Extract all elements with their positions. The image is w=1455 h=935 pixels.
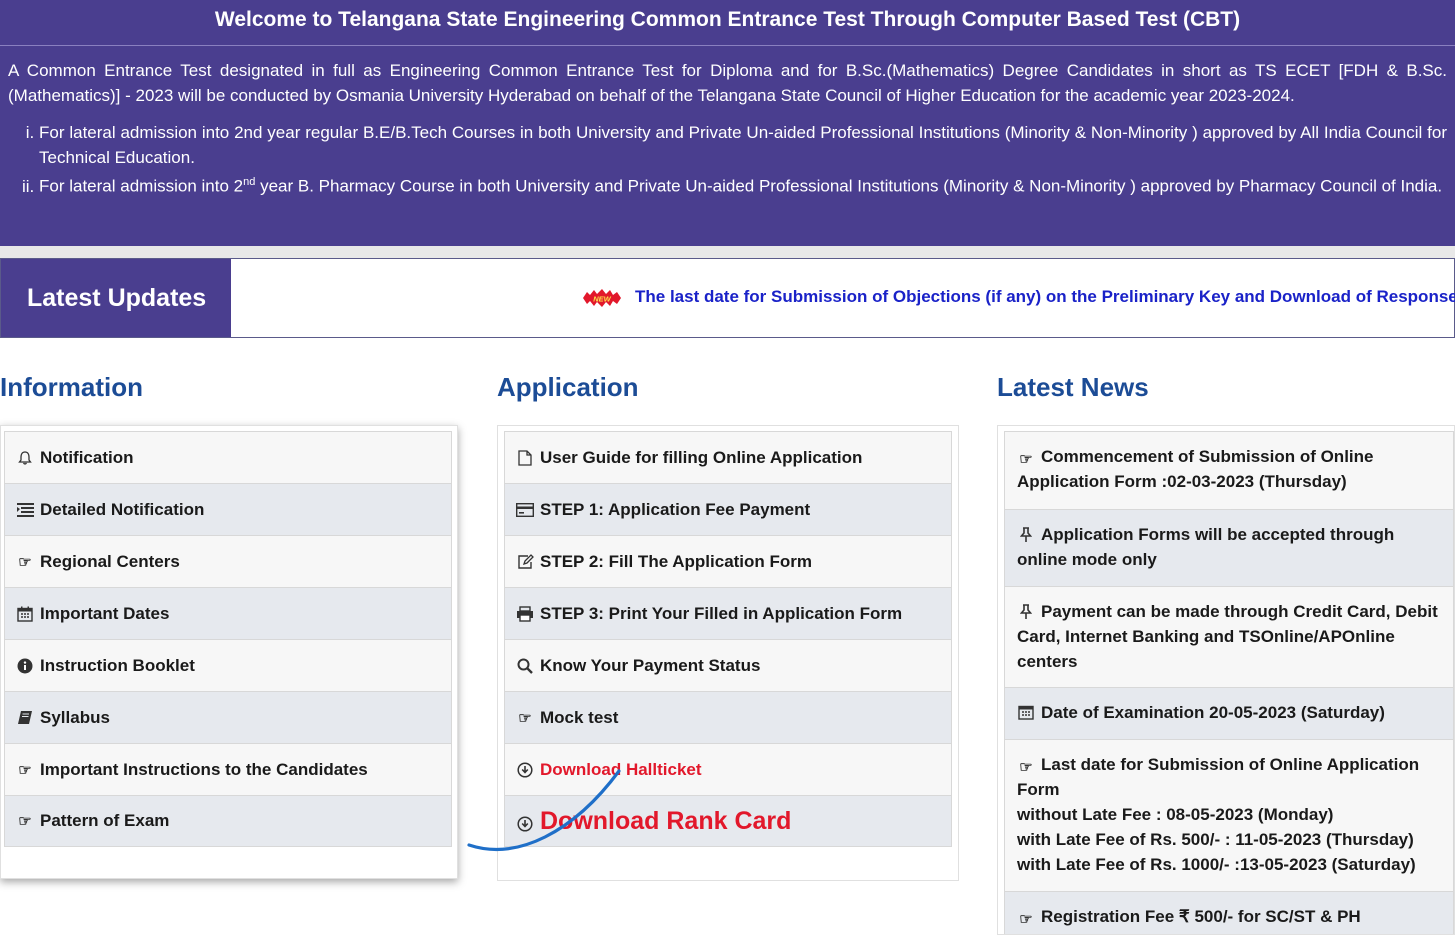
news-text: Application Forms will be accepted throu… xyxy=(1017,525,1395,569)
news-text: Commencement of Submission of Online App… xyxy=(1017,447,1374,491)
hand-point-right-icon: ☞ xyxy=(1019,759,1033,776)
news-text: with Late Fee of Rs. 500/- : 11-05-2023 … xyxy=(1017,830,1414,849)
pen-annotation-stroke xyxy=(467,769,621,852)
app-item-payment-status[interactable]: Know Your Payment Status xyxy=(504,639,952,691)
app-item-label: STEP 2: Fill The Application Form xyxy=(540,551,813,571)
information-panel: Notification Detailed Notification ☞ Reg… xyxy=(0,425,458,879)
hand-point-right-icon: ☞ xyxy=(1019,451,1033,468)
latest-updates-label: Latest Updates xyxy=(1,259,231,337)
list-icon xyxy=(16,501,34,519)
info-item-label: Detailed Notification xyxy=(40,499,205,519)
app-item-label: User Guide for filling Online Applicatio… xyxy=(540,447,863,467)
info-item-important-instructions[interactable]: ☞ Important Instructions to the Candidat… xyxy=(4,743,452,795)
point-2-pre: For lateral admission into 2 xyxy=(39,176,244,196)
info-item-label: Notification xyxy=(40,447,134,467)
new-badge-text: NEW xyxy=(593,294,611,303)
section-divider xyxy=(0,246,1455,258)
app-item-step2-fill-form[interactable]: STEP 2: Fill The Application Form xyxy=(504,535,952,587)
latest-news-panel: ☞ Commencement of Submission of Online Ap… xyxy=(997,425,1455,935)
info-circle-icon xyxy=(16,657,34,675)
app-item-label: STEP 3: Print Your Filled in Application… xyxy=(540,603,903,623)
latest-updates-bar: Latest Updates NEW The last date for Sub… xyxy=(0,258,1455,338)
book-icon xyxy=(16,709,34,727)
updates-ticker[interactable]: NEW The last date for Submission of Obje… xyxy=(581,287,1455,308)
new-badge-icon: NEW xyxy=(583,288,621,307)
app-item-step1-fee-payment[interactable]: STEP 1: Application Fee Payment xyxy=(504,483,952,535)
ordinal-suffix: nd xyxy=(243,176,256,188)
hand-point-right-icon: ☞ xyxy=(18,761,32,779)
news-text: Payment can be made through Credit Card,… xyxy=(1017,602,1438,671)
app-item-user-guide[interactable]: User Guide for filling Online Applicatio… xyxy=(504,431,952,483)
file-icon xyxy=(516,449,534,467)
hand-point-right-icon: ☞ xyxy=(18,813,32,830)
app-item-label: Mock test xyxy=(540,707,619,727)
news-item: Payment can be made through Credit Card,… xyxy=(1004,586,1454,687)
news-text: with Late Fee of Rs. 1000/- :13-05-2023 … xyxy=(1017,855,1416,874)
info-item-instruction-booklet[interactable]: Instruction Booklet xyxy=(4,639,452,691)
info-item-label: Regional Centers xyxy=(40,551,180,571)
news-item: ☞ Registration Fee ₹ 500/- for SC/ST & PH xyxy=(1004,891,1454,934)
news-item: Application Forms will be accepted throu… xyxy=(1004,509,1454,586)
info-item-regional-centers[interactable]: ☞ Regional Centers xyxy=(4,535,452,587)
news-text: without Late Fee : 08-05-2023 (Monday) xyxy=(1017,805,1334,824)
info-item-label: Important Instructions to the Candidates xyxy=(40,759,368,779)
app-item-step3-print-form[interactable]: STEP 3: Print Your Filled in Application… xyxy=(504,587,952,639)
hand-point-right-icon: ☞ xyxy=(18,553,32,571)
search-icon xyxy=(516,657,534,675)
info-item-syllabus[interactable]: Syllabus xyxy=(4,691,452,743)
print-icon xyxy=(516,605,534,623)
point-2-post: year B. Pharmacy Course in both Universi… xyxy=(255,176,1443,196)
information-heading: Information xyxy=(0,372,143,402)
app-item-label: Know Your Payment Status xyxy=(540,655,761,675)
intro-paragraph: A Common Entrance Test designated in ful… xyxy=(8,61,1447,105)
app-item-mock-test[interactable]: ☞ Mock test xyxy=(504,691,952,743)
news-item: ☞ Last date for Submission of Online Appl… xyxy=(1004,739,1454,891)
header-banner: Welcome to Telangana State Engineering C… xyxy=(0,0,1455,246)
info-item-label: Syllabus xyxy=(40,707,110,727)
news-text: Date of Examination 20-05-2023 (Saturday… xyxy=(1041,703,1385,722)
hand-point-right-icon: ☞ xyxy=(518,709,532,727)
pin-icon xyxy=(1017,603,1035,621)
page-title: Welcome to Telangana State Engineering C… xyxy=(0,0,1455,46)
ticker-text[interactable]: The last date for Submission of Objectio… xyxy=(635,287,1455,306)
credit-card-icon xyxy=(516,501,534,519)
info-item-notification[interactable]: Notification xyxy=(4,431,452,483)
info-item-label: Pattern of Exam xyxy=(40,811,170,830)
pin-icon xyxy=(1017,526,1035,544)
info-item-important-dates[interactable]: Important Dates xyxy=(4,587,452,639)
news-text: Last date for Submission of Online Appli… xyxy=(1017,755,1420,799)
news-item: ☞ Commencement of Submission of Online Ap… xyxy=(1004,431,1454,509)
news-item: Date of Examination 20-05-2023 (Saturday… xyxy=(1004,687,1454,739)
latest-news-heading: Latest News xyxy=(997,372,1149,402)
calendar-icon xyxy=(1017,703,1035,721)
info-item-detailed-notification[interactable]: Detailed Notification xyxy=(4,483,452,535)
app-item-label: STEP 1: Application Fee Payment xyxy=(540,499,811,519)
info-item-pattern-of-exam[interactable]: ☞ Pattern of Exam xyxy=(4,795,452,847)
edit-icon xyxy=(516,553,534,571)
calendar-icon xyxy=(16,605,34,623)
admission-point-1: For lateral admission into 2nd year regu… xyxy=(39,120,1447,170)
bell-icon xyxy=(16,449,34,467)
admission-points: For lateral admission into 2nd year regu… xyxy=(39,120,1447,199)
application-heading: Application xyxy=(497,372,639,402)
news-text: Registration Fee ₹ 500/- for SC/ST & PH xyxy=(1041,907,1361,926)
info-item-label: Instruction Booklet xyxy=(40,655,195,675)
admission-point-2: For lateral admission into 2nd year B. P… xyxy=(39,170,1447,199)
info-item-label: Important Dates xyxy=(40,603,170,623)
